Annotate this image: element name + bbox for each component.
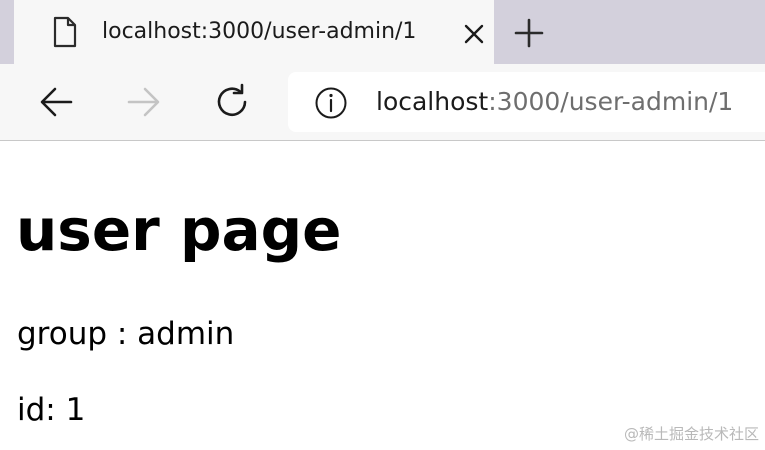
browser-toolbar: localhost:3000/user-admin/1 xyxy=(0,64,765,141)
url-path: :3000/user-admin/1 xyxy=(488,87,734,116)
url-host: localhost xyxy=(376,87,489,116)
url-text[interactable]: localhost:3000/user-admin/1 xyxy=(376,85,733,119)
watermark: @稀土掘金技术社区 xyxy=(623,425,759,443)
id-text: id: 1 xyxy=(17,392,86,428)
tab-strip: localhost:3000/user-admin/1 xyxy=(0,0,765,64)
page-content: user page group : admin id: 1 xyxy=(0,142,765,450)
page-title: user page xyxy=(16,196,342,264)
reload-icon[interactable] xyxy=(212,82,252,122)
close-icon[interactable] xyxy=(460,20,488,48)
forward-arrow-icon[interactable] xyxy=(124,82,164,122)
browser-tab[interactable]: localhost:3000/user-admin/1 xyxy=(14,0,494,64)
file-icon xyxy=(53,16,77,48)
address-bar[interactable]: localhost:3000/user-admin/1 xyxy=(288,72,765,132)
info-icon[interactable] xyxy=(314,86,348,120)
plus-icon[interactable] xyxy=(512,16,546,50)
tab-title: localhost:3000/user-admin/1 xyxy=(102,19,417,44)
group-text: group : admin xyxy=(17,316,235,352)
back-arrow-icon[interactable] xyxy=(36,82,76,122)
